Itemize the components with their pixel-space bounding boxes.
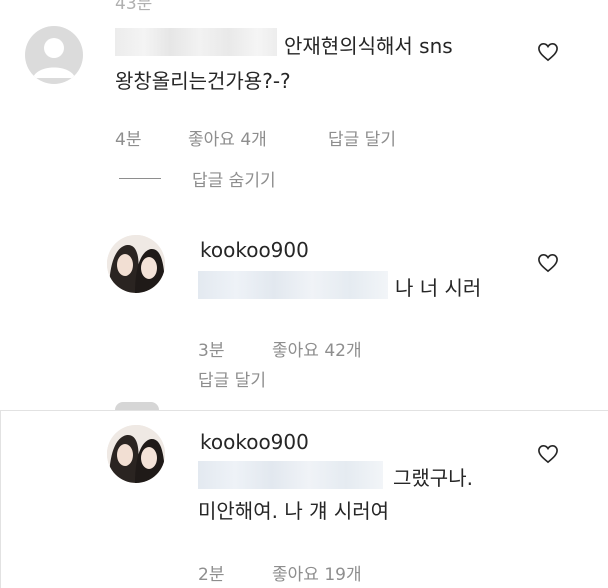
reply-like-button[interactable]: [537, 253, 559, 277]
heart-outline-icon: [538, 42, 558, 62]
reply-likes-count[interactable]: 좋아요 42개: [272, 336, 362, 361]
reply-text: 나 너 시러: [395, 276, 482, 300]
redacted-mention: [198, 461, 383, 489]
reply-username[interactable]: kookoo900: [200, 430, 309, 454]
screenshot-left-border: [0, 410, 1, 588]
redacted-mention: [198, 271, 388, 299]
replies-divider-line: [119, 178, 161, 179]
comment-reply-button[interactable]: 답글 달기: [328, 125, 396, 150]
previous-comment-time: 43분: [115, 0, 153, 14]
reply-text-line2: 미안해여. 나 걔 시러여: [198, 499, 390, 523]
heart-outline-icon: [538, 444, 558, 464]
comment-text-line2: 왕창올리는건가용?-?: [115, 69, 291, 93]
reply-reply-button[interactable]: 답글 달기: [198, 366, 266, 391]
reply-like-button[interactable]: [537, 444, 559, 468]
comment-like-button[interactable]: [537, 42, 559, 66]
reply-username[interactable]: kookoo900: [200, 238, 309, 262]
heart-outline-icon: [538, 253, 558, 273]
default-avatar-icon[interactable]: [25, 26, 83, 84]
partial-avatar-edge: [115, 402, 159, 410]
user-avatar[interactable]: [107, 425, 165, 483]
reply-likes-count[interactable]: 좋아요 19개: [272, 560, 362, 585]
screenshot-divider: [0, 410, 608, 411]
hide-replies-button[interactable]: 답글 숨기기: [192, 166, 276, 191]
user-avatar[interactable]: [107, 235, 165, 293]
redacted-username: [115, 28, 277, 56]
comment-time: 4분: [115, 130, 142, 150]
comment-likes-count[interactable]: 좋아요 4개: [188, 125, 267, 150]
comment-text-line1: 안재현의식해서 sns: [284, 34, 453, 58]
reply-time: 3분: [198, 341, 225, 361]
reply-text-line1: 그랬구나.: [393, 466, 473, 490]
reply-time: 2분: [198, 565, 225, 585]
